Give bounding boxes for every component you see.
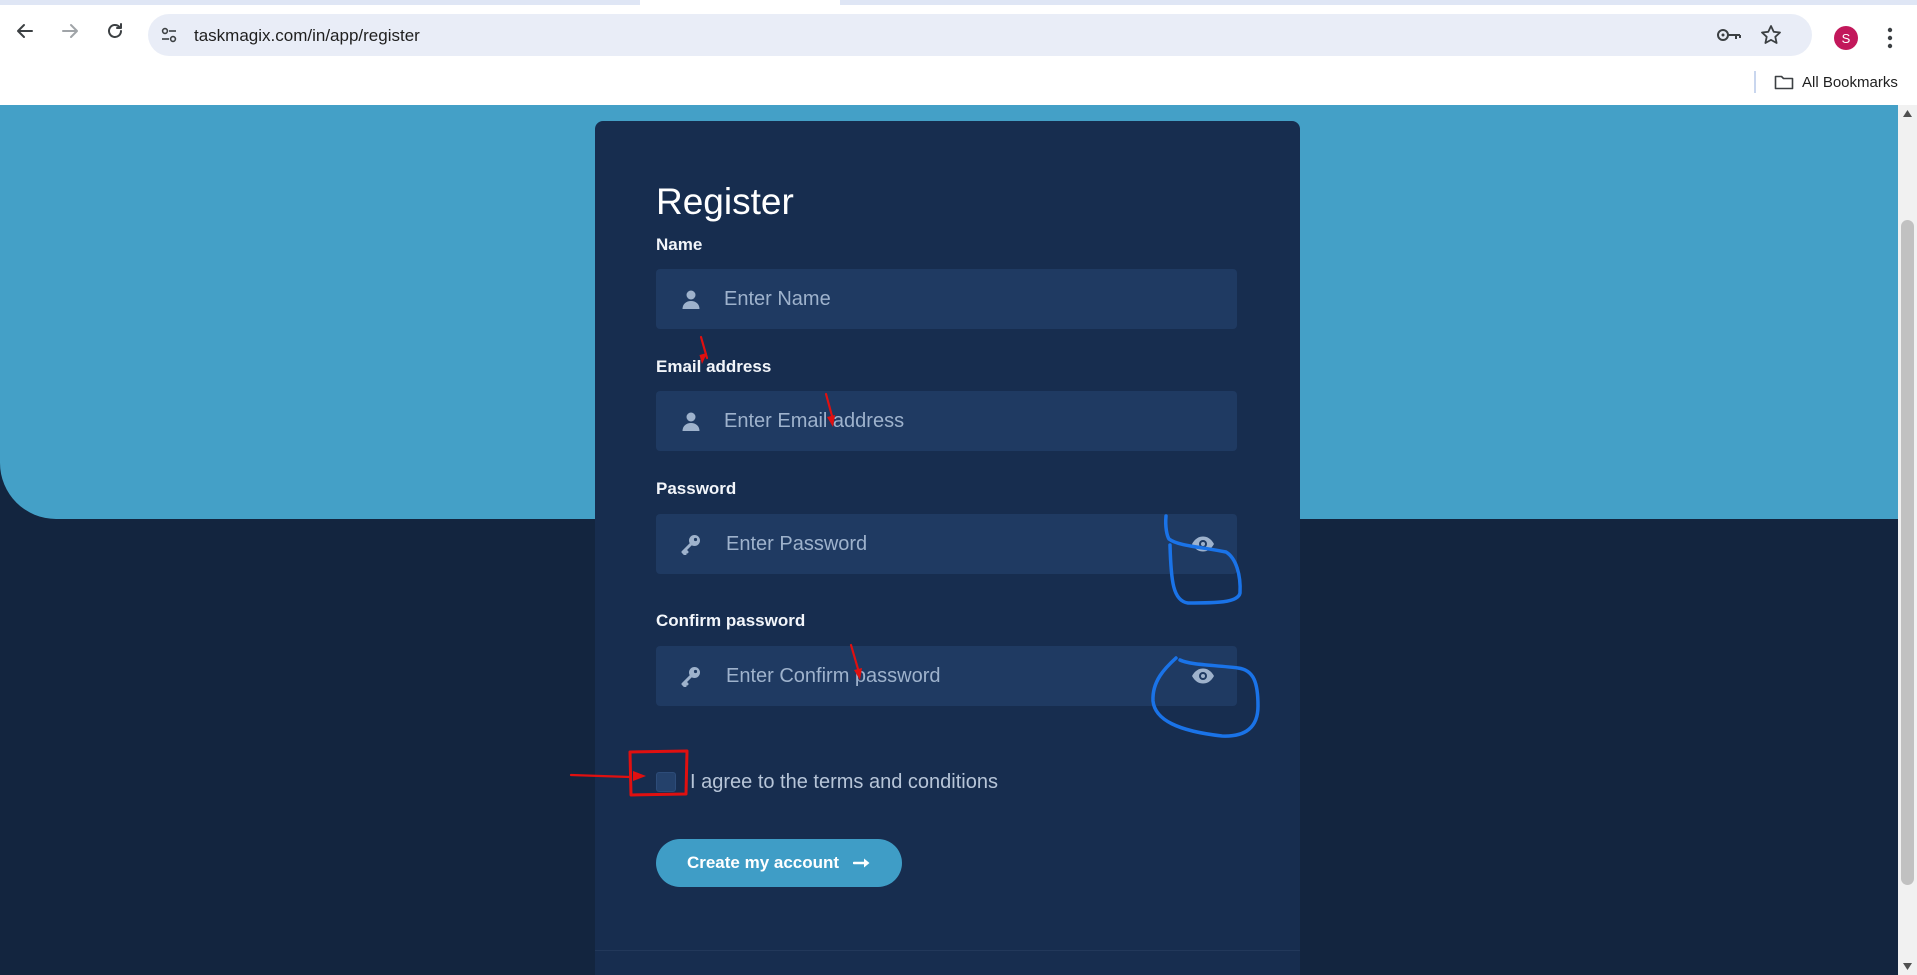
email-field[interactable] — [656, 391, 1237, 451]
eye-icon[interactable] — [1191, 666, 1215, 686]
email-input[interactable] — [656, 391, 1237, 451]
bookmarks-bar: All Bookmarks — [0, 63, 1917, 105]
password-field[interactable] — [656, 514, 1237, 574]
confirm-password-input[interactable] — [656, 646, 1237, 706]
browser-toolbar: taskmagix.com/in/app/register S — [0, 5, 1917, 63]
arrow-right-icon — [62, 24, 78, 38]
all-bookmarks-button[interactable]: All Bookmarks — [1774, 69, 1898, 95]
terms-label[interactable]: I agree to the terms and conditions — [690, 771, 998, 794]
create-account-button[interactable]: Create my account — [656, 839, 902, 887]
register-card: Register Name Email address Password — [595, 121, 1300, 975]
address-bar[interactable]: taskmagix.com/in/app/register — [148, 14, 1812, 56]
eye-icon[interactable] — [1191, 534, 1215, 554]
name-field[interactable] — [656, 269, 1237, 329]
terms-row: I agree to the terms and conditions — [656, 768, 998, 796]
more-menu-icon[interactable] — [1880, 25, 1900, 51]
terms-checkbox[interactable] — [656, 772, 676, 792]
folder-icon — [1774, 75, 1794, 90]
bookmarks-divider — [1754, 71, 1756, 93]
email-label: Email address — [656, 357, 772, 376]
scroll-up-arrow-icon[interactable] — [1902, 109, 1913, 119]
confirm-password-label: Confirm password — [656, 611, 806, 630]
all-bookmarks-label: All Bookmarks — [1802, 73, 1898, 91]
site-info-icon[interactable] — [160, 26, 178, 44]
profile-avatar[interactable]: S — [1834, 26, 1858, 50]
scrollbar-thumb[interactable] — [1901, 220, 1914, 885]
password-label: Password — [656, 479, 737, 498]
scroll-down-arrow-icon[interactable] — [1902, 961, 1913, 971]
arrow-right-icon — [853, 858, 870, 868]
page-title: Register — [656, 181, 794, 222]
password-input[interactable] — [656, 514, 1237, 574]
url-text[interactable]: taskmagix.com/in/app/register — [194, 26, 420, 46]
page-viewport: Register Name Email address Password — [0, 105, 1898, 975]
name-label: Name — [656, 235, 703, 254]
arrow-left-icon — [17, 24, 33, 38]
back-button[interactable] — [13, 19, 37, 43]
reload-icon — [108, 23, 122, 38]
reload-button[interactable] — [103, 19, 127, 43]
name-input[interactable] — [656, 269, 1237, 329]
page-scrollbar[interactable] — [1898, 105, 1917, 975]
password-key-icon[interactable] — [1716, 25, 1742, 45]
bookmark-star-icon[interactable] — [1760, 24, 1782, 46]
card-footer-divider — [595, 950, 1300, 951]
create-account-label: Create my account — [686, 853, 840, 872]
confirm-password-field[interactable] — [656, 646, 1237, 706]
forward-button[interactable] — [58, 19, 82, 43]
